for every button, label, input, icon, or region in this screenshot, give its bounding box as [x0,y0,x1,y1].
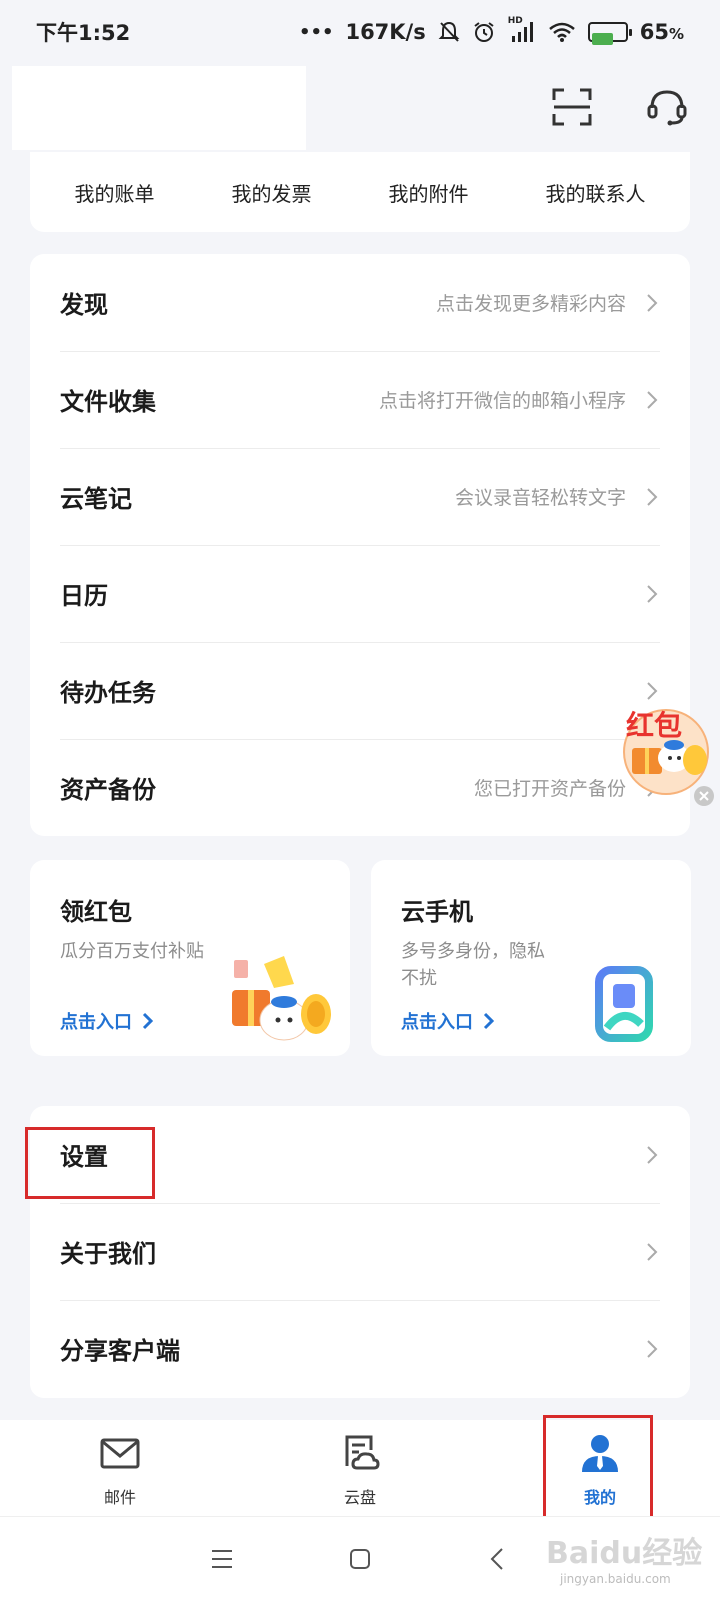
menu-item-todo[interactable]: 待办任务 [30,642,690,739]
chevron-right-icon [647,584,658,603]
menu-item-subtitle: 您已打开资产备份 [473,778,626,800]
tab-label: 我的 [583,1488,616,1507]
promo-entry-link[interactable]: 点击入口 [401,1008,495,1034]
alarm-icon [474,22,494,42]
menu-item-share-client[interactable]: 分享客户端 [30,1300,690,1397]
account-area[interactable] [12,66,306,150]
gift-mascot-icon [232,956,331,1041]
back-icon[interactable] [484,1545,512,1573]
menu-item-asset-backup[interactable]: 资产备份 您已打开资产备份 [30,739,690,836]
battery-percent: 65 [639,20,669,44]
status-indicators: ••• 167K/s HD 65% [298,16,684,45]
chevron-right-icon [647,1339,658,1358]
signal-icon: HD [508,16,536,44]
menu-item-title: 发现 [60,291,108,319]
close-icon[interactable] [694,786,714,806]
menu-item-subtitle: 点击发现更多精彩内容 [435,293,626,315]
red-packet-label: 红包 [626,709,683,742]
menu-item-file-collection[interactable]: 文件收集 点击将打开微信的邮箱小程序 [30,351,690,448]
cloud-phone-icon [595,966,653,1042]
battery-percent-text: 65% [640,20,684,44]
chevron-right-icon [647,681,658,700]
link-my-attachments[interactable]: 我的附件 [389,178,469,207]
watermark-url: jingyan.baidu.com [560,1572,671,1586]
menu-item-title: 资产备份 [60,776,156,804]
chevron-right-icon [647,390,658,409]
menu-item-subtitle: 点击将打开微信的邮箱小程序 [378,390,626,412]
cloud-drive-icon [345,1435,380,1470]
scan-icon[interactable] [552,88,592,126]
tab-label: 云盘 [343,1488,376,1507]
chevron-right-icon [647,487,658,506]
menu-item-about-us[interactable]: 关于我们 [30,1203,690,1300]
mute-bell-icon [438,21,460,42]
quick-links-card: 我的账单 我的发票 我的附件 我的联系人 [30,152,690,232]
tab-cloud-drive[interactable]: 云盘 [240,1420,480,1516]
menu-item-title: 设置 [60,1143,108,1171]
status-bar: 下午1:52 ••• 167K/s HD 65% [0,0,720,64]
menu-item-subtitle: 会议录音轻松转文字 [454,487,626,509]
menu-item-discover[interactable]: 发现 点击发现更多精彩内容 [30,254,690,351]
menu-item-title: 待办任务 [60,679,156,707]
menu-item-title: 关于我们 [60,1240,156,1268]
promo-desc: 多号多身份，隐私不扰 [401,941,545,989]
mail-icon [100,1438,140,1469]
menu-icon[interactable] [208,1545,236,1573]
chevron-right-icon [142,1012,154,1030]
tab-mine[interactable]: 我的 [480,1420,720,1516]
network-speed: 167K/s [345,20,426,44]
feature-menu-card: 发现 点击发现更多精彩内容 文件收集 点击将打开微信的邮箱小程序 云笔记 会议录… [30,254,690,836]
profile-icon [582,1435,618,1472]
menu-item-title: 分享客户端 [60,1337,180,1365]
link-my-bills[interactable]: 我的账单 [75,178,155,207]
tab-label: 邮件 [103,1488,136,1507]
promo-cloud-phone-card[interactable]: 云手机 多号多身份，隐私不扰 点击入口 [371,860,691,1056]
settings-menu-card: 设置 关于我们 分享客户端 [30,1106,690,1398]
battery-icon [587,22,632,45]
red-packet-float[interactable]: 红包 [618,700,714,796]
tab-mail[interactable]: 邮件 [0,1420,240,1516]
promo-entry-link[interactable]: 点击入口 [60,1008,154,1034]
chevron-right-icon [647,293,658,312]
chevron-right-icon [647,1145,658,1164]
chevron-right-icon [647,1242,658,1261]
status-time: 下午1:52 [36,21,131,45]
promo-red-packet-card[interactable]: 领红包 瓜分百万支付补贴 点击入口 [30,860,350,1056]
menu-item-title: 日历 [60,582,108,610]
link-my-invoices[interactable]: 我的发票 [232,178,312,207]
battery-level [591,33,613,45]
headset-icon[interactable] [646,86,688,128]
home-icon[interactable] [346,1545,374,1573]
menu-item-settings[interactable]: 设置 [30,1106,690,1203]
menu-item-title: 云笔记 [60,485,132,513]
promo-title: 领红包 [60,898,132,926]
header [0,64,720,152]
promo-desc: 瓜分百万支付补贴 [60,941,204,962]
status-dots: ••• [298,21,334,43]
percent-sign: % [668,25,684,43]
link-my-contacts[interactable]: 我的联系人 [546,178,646,207]
bottom-tab-bar: 邮件 云盘 我的 [0,1420,720,1516]
chevron-right-icon [483,1012,495,1030]
menu-item-cloud-notes[interactable]: 云笔记 会议录音轻松转文字 [30,448,690,545]
watermark-brand: Baidu经验 [546,1536,703,1571]
menu-item-title: 文件收集 [60,388,156,416]
promo-title: 云手机 [401,898,473,926]
promo-link-label: 点击入口 [401,1012,473,1033]
menu-item-calendar[interactable]: 日历 [30,545,690,642]
promo-link-label: 点击入口 [60,1012,132,1033]
wifi-icon [548,22,575,42]
